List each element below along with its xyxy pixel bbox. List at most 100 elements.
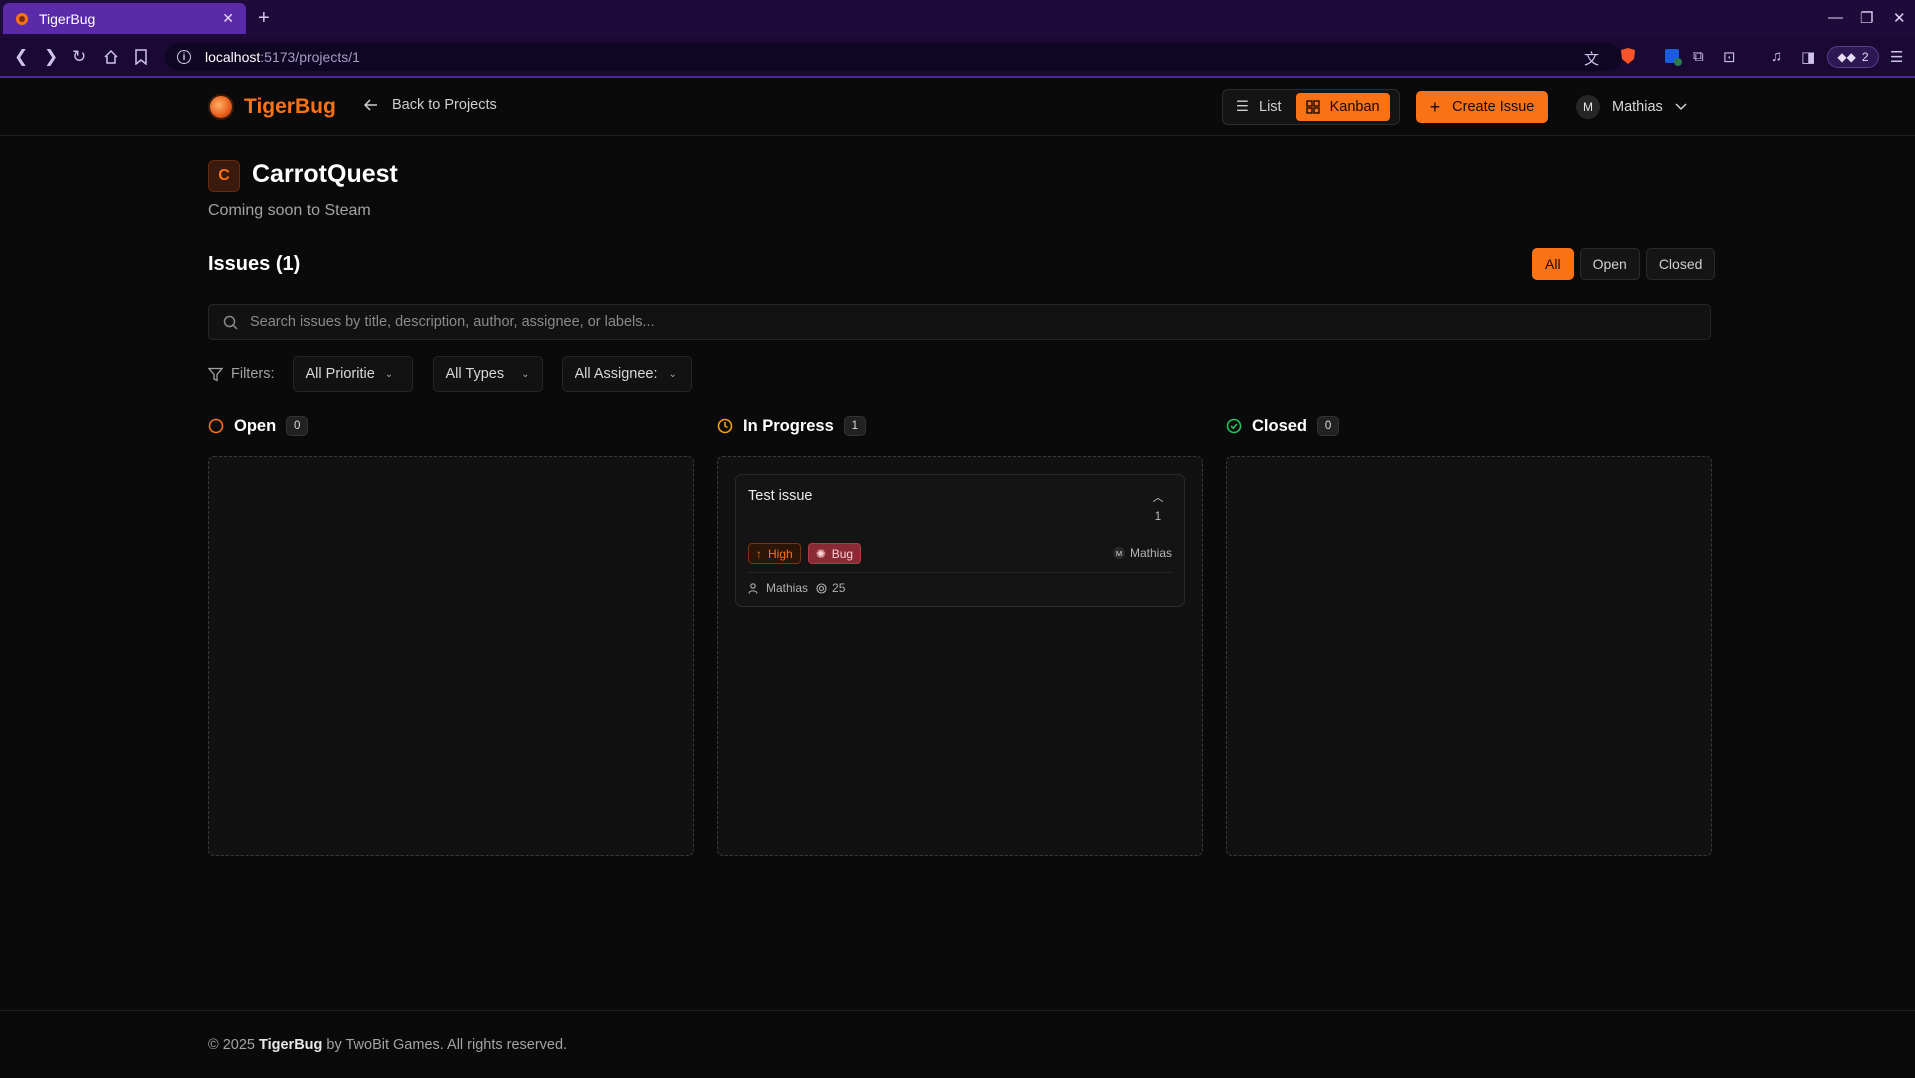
issue-number: 25 [832,581,846,595]
new-tab-icon[interactable]: + [258,8,270,28]
priority-select[interactable]: All Prioritie ⌄ [292,356,413,392]
bookmark-icon[interactable] [134,49,148,65]
plus-icon: + [1429,96,1441,117]
arrow-up-icon: ↑ [756,546,762,561]
status-filter-group: All Open Closed [1532,248,1716,280]
back-icon[interactable]: ❮ [14,47,28,67]
minimize-icon[interactable]: — [1828,9,1843,26]
column-count: 0 [1317,416,1340,436]
search-box [208,304,1711,340]
issue-badges: ↑ High ✺ Bug [748,543,862,564]
tab-close-icon[interactable]: ✕ [222,10,234,27]
user-icon [748,582,758,594]
priority-select-value: All Prioritie [305,366,375,382]
assignee-chip: M Mathias [1112,546,1172,560]
avatar: M [1112,547,1125,559]
column-header-closed: Closed 0 [1226,416,1340,436]
tigerbug-favicon-icon [16,12,28,25]
status-filter-closed[interactable]: Closed [1645,248,1716,280]
footer-brand: TigerBug [259,1037,323,1053]
media-icon[interactable]: ♫ [1771,48,1782,65]
column-in-progress-dropzone[interactable]: Test issue ︿ 1 ↑ High ✺ Bug M Mathias Ma… [717,456,1203,856]
create-issue-button[interactable]: + Create Issue [1416,91,1548,123]
check-circle-icon [1226,418,1242,434]
extensions-puzzle-icon[interactable]: ⧉ [1693,48,1704,65]
chevron-down-icon [1675,103,1687,111]
type-select[interactable]: All Types ⌄ [432,356,543,392]
glasses-icon: ◆◆ [1837,50,1856,64]
address-bar[interactable]: i localhost :5173/projects/1 [165,43,1622,71]
forward-icon[interactable]: ❯ [44,47,58,67]
avatar: M [1576,95,1600,119]
status-filter-open[interactable]: Open [1579,248,1640,280]
sidebar-toggle-icon[interactable]: ◨ [1801,48,1815,66]
grid-icon [1305,100,1320,114]
reload-icon[interactable]: ↻ [72,47,86,67]
browser-tab[interactable]: TigerBug ✕ [3,3,246,34]
browser-toolbar: ❮ ❯ ↻ i localhost :5173/projects/1 文 ⧉ ⊡… [0,38,1915,78]
project-description: Coming soon to Steam [208,202,371,219]
home-icon[interactable] [103,49,119,65]
column-title: Closed [1252,416,1308,435]
url-host: localhost [205,49,261,65]
bitwarden-extension-icon[interactable] [1664,48,1682,66]
assignee-select[interactable]: All Assignee: ⌄ [561,356,692,392]
issues-heading: Issues (1) [208,253,301,275]
vote-count: 1 [1154,511,1162,523]
vpn-count: 2 [1861,50,1869,64]
view-list-label: List [1259,99,1282,115]
column-title: In Progress [743,416,834,435]
column-header-open: Open 0 [208,416,309,436]
type-badge: ✺ Bug [807,543,862,564]
tab-title: TigerBug [39,10,96,27]
view-kanban-button[interactable]: Kanban [1295,93,1390,121]
column-header-in-progress: In Progress 1 [717,416,866,436]
search-icon [223,315,238,330]
type-label: Bug [831,546,854,561]
view-kanban-label: Kanban [1329,99,1380,115]
translate-icon[interactable]: 文 [1584,48,1599,69]
chevron-down-icon: ⌄ [384,368,394,380]
assignee-select-value: All Assignee: [574,366,658,382]
clock-icon [717,418,733,434]
view-list-button[interactable]: ☰ List [1226,93,1292,121]
filters-bar: Filters: All Prioritie ⌄ All Types ⌄ All… [208,356,712,392]
column-closed-dropzone[interactable] [1226,456,1712,856]
column-count: 0 [286,416,309,436]
type-select-value: All Types [445,366,505,382]
issue-meta: Mathias 25 [748,581,845,595]
tiger-logo-icon [208,94,234,120]
screenshot-extension-icon[interactable]: ⊡ [1723,48,1736,66]
user-name: Mathias [1612,99,1663,115]
footer-suffix: by TwoBit Games. All rights reserved. [322,1037,568,1053]
back-to-projects-link[interactable]: Back to Projects [364,97,497,113]
close-window-icon[interactable]: ✕ [1893,9,1906,27]
column-count: 1 [843,416,866,436]
site-info-icon[interactable]: i [177,50,191,64]
create-issue-label: Create Issue [1452,99,1535,115]
url-path: :5173/projects/1 [260,49,360,65]
vpn-extension[interactable]: ◆◆ 2 [1827,46,1879,68]
brave-shield-icon[interactable] [1620,47,1636,65]
vote-widget: ︿ 1 [1148,489,1168,523]
chevron-down-icon: ⌄ [521,368,530,380]
filters-label: Filters: [208,366,275,382]
brand-logo[interactable]: TigerBug [208,94,336,120]
column-title: Open [234,416,277,435]
priority-label: High [768,546,793,561]
column-open-dropzone[interactable] [208,456,694,856]
upvote-chevron-icon[interactable]: ︿ [1148,489,1168,505]
page-title: CarrotQuest [252,160,398,188]
user-menu[interactable]: M Mathias [1576,95,1687,119]
restore-icon[interactable]: ❐ [1860,9,1873,27]
browser-menu-icon[interactable]: ☰ [1890,48,1903,66]
chevron-down-icon: ⌄ [668,368,677,380]
list-icon: ☰ [1236,99,1249,115]
footer: © 2025 TigerBug by TwoBit Games. All rig… [0,1010,1915,1078]
author-name: Mathias [766,581,809,595]
circle-open-icon [208,418,224,434]
issue-card[interactable]: Test issue ︿ 1 ↑ High ✺ Bug M Mathias Ma… [735,474,1185,607]
app-header: TigerBug Back to Projects ☰ List Kanban … [0,78,1915,136]
search-input[interactable] [250,314,1710,330]
status-filter-all[interactable]: All [1532,248,1574,280]
